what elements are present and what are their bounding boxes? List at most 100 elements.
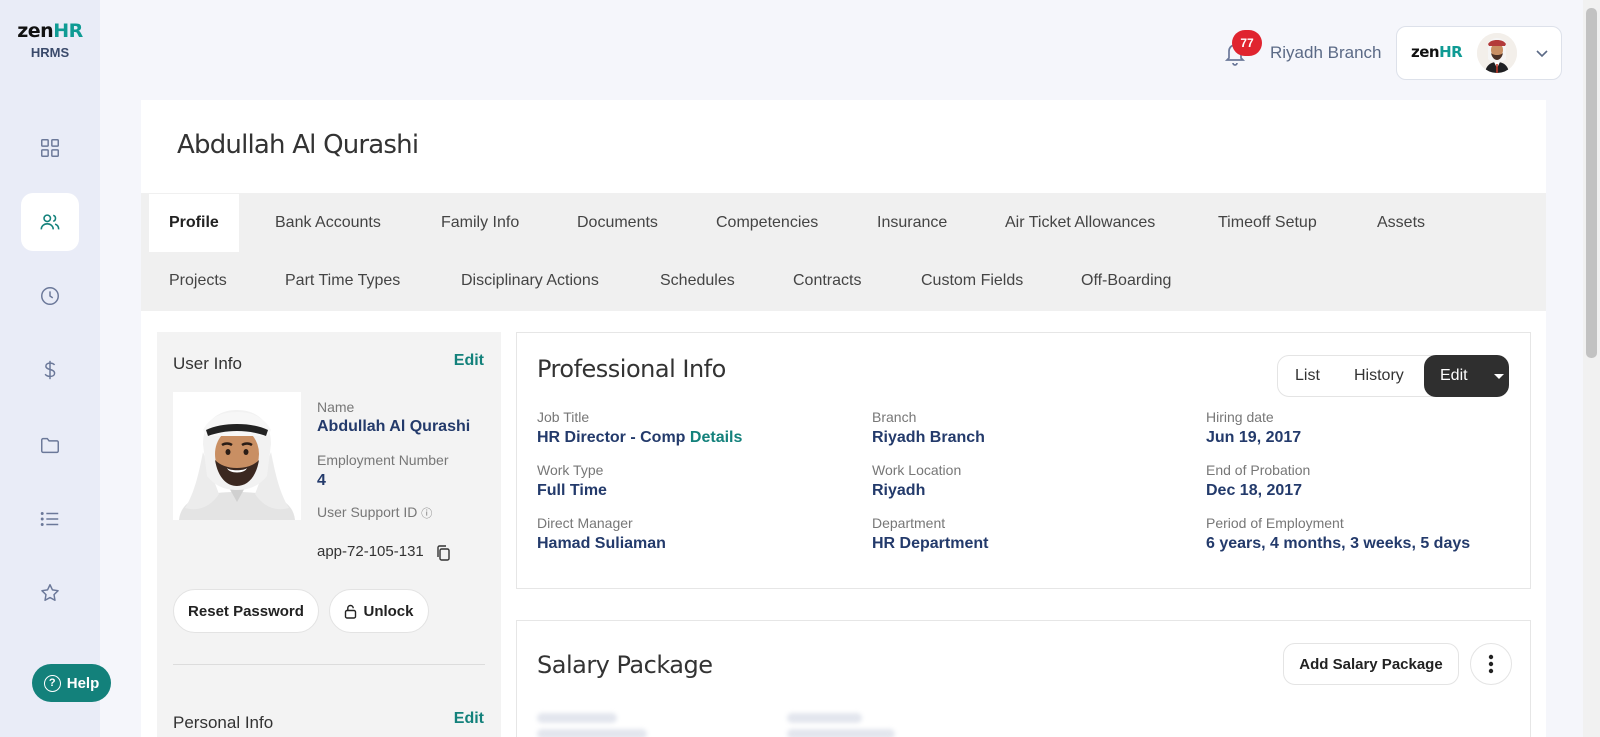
tab-custom-fields[interactable]: Custom Fields [901,252,1043,310]
unlock-label: Unlock [363,602,414,620]
tab-insurance[interactable]: Insurance [857,194,967,252]
branch-value: Riyadh Branch [872,429,985,446]
hiring-date-value: Jun 19, 2017 [1206,429,1302,446]
logo-text: zen [17,20,54,42]
help-icon: ? [43,674,61,692]
employment-number-label: Employment Number [317,452,449,468]
direct-manager-value: Hamad Suliaman [537,535,666,552]
unlock-button[interactable]: Unlock [329,589,429,633]
employee-photo-image [173,392,301,520]
user-info-title: User Info [173,354,242,373]
tab-contracts[interactable]: Contracts [773,252,881,310]
user-info-panel: User Info Edit Name Abdullah Al Qurashi … [157,332,501,737]
tab-air-ticket-allowances[interactable]: Air Ticket Allowances [985,194,1175,252]
scrollbar-thumb[interactable] [1586,8,1597,358]
tab-profile[interactable]: Profile [149,194,239,252]
help-label: Help [66,674,100,692]
company-logo: zenHR [1411,43,1463,61]
branch-selector[interactable]: Riyadh Branch [1270,43,1382,63]
department-label: Department [872,515,946,531]
kebab-menu-icon [1488,654,1494,674]
logo-subtitle: HRMS [30,45,70,60]
period-of-employment-label: Period of Employment [1206,515,1344,531]
list-button[interactable]: List [1295,356,1320,396]
page-title: Abdullah Al Qurashi [177,130,419,160]
employee-name: Abdullah Al Qurashi [317,418,471,435]
salary-package-card: Salary Package Add Salary Package [516,620,1531,737]
tab-schedules[interactable]: Schedules [640,252,755,310]
logo-text-accent: HR [53,20,83,42]
tab-family-info[interactable]: Family Info [421,194,539,252]
zenhr-logo[interactable]: zenHR HRMS [14,20,86,60]
sidebar-item-people[interactable] [21,193,79,251]
sidebar: zenHR HRMS [0,0,100,737]
branch-label: Branch [872,409,917,425]
add-salary-package-button[interactable]: Add Salary Package [1283,643,1459,685]
support-id-value: app-72-105-131 [317,543,424,560]
dashboard-icon [41,139,59,157]
caret-down-icon[interactable] [1494,374,1504,379]
edit-button[interactable]: Edit [1424,355,1509,397]
professional-info-card: Professional Info List History Edit Job … [516,332,1531,589]
personal-info-title: Personal Info [173,713,274,732]
personal-info-edit-link[interactable]: Edit [454,710,484,728]
profile-tabs: Profile Bank Accounts Family Info Docume… [141,193,1546,311]
main-content: Abdullah Al Qurashi Profile Bank Account… [141,100,1546,737]
job-title-label: Job Title [537,409,590,425]
chevron-down-icon [1536,50,1548,58]
professional-info-title: Professional Info [537,355,726,383]
employee-photo [173,392,301,520]
tab-assets[interactable]: Assets [1357,194,1445,252]
professional-actions: List History Edit [1277,355,1509,397]
sidebar-item-reports[interactable] [21,490,79,548]
sidebar-item-dashboard[interactable] [21,119,79,177]
job-title-value: HR Director - Comp Details [537,429,742,447]
tab-competencies[interactable]: Competencies [696,194,838,252]
tab-off-boarding[interactable]: Off-Boarding [1061,252,1191,310]
avatar-image [1477,33,1517,73]
sidebar-item-documents[interactable] [21,416,79,474]
work-location-label: Work Location [872,462,962,478]
company-logo-accent: HR [1439,43,1463,61]
work-type-value: Full Time [537,482,607,499]
history-button[interactable]: History [1354,356,1404,396]
sidebar-item-time[interactable] [21,267,79,325]
blurred-field [537,729,647,737]
support-id-label-text: User Support ID [317,504,418,520]
tab-disciplinary-actions[interactable]: Disciplinary Actions [441,252,619,310]
edit-button-label: Edit [1440,367,1468,384]
tab-timeoff-setup[interactable]: Timeoff Setup [1198,194,1337,252]
tab-documents[interactable]: Documents [557,194,678,252]
list-icon [40,512,59,526]
job-details-link[interactable]: Details [690,429,742,446]
more-options-button[interactable] [1470,643,1512,685]
people-icon [40,214,60,230]
salary-package-title: Salary Package [537,651,713,679]
user-menu[interactable]: zenHR [1396,26,1562,80]
department-value: HR Department [872,535,989,552]
blurred-field [537,713,617,723]
end-of-probation-value: Dec 18, 2017 [1206,482,1303,499]
blurred-field [787,713,862,723]
tab-bank-accounts[interactable]: Bank Accounts [255,194,401,252]
divider [173,664,485,665]
user-info-edit-link[interactable]: Edit [454,352,484,370]
support-id-label: User Support ID ⓘ [317,504,432,521]
help-button[interactable]: ? Help [32,664,111,702]
tab-projects[interactable]: Projects [149,252,247,310]
clock-icon [41,287,59,305]
info-icon[interactable]: ⓘ [421,508,432,520]
end-of-probation-label: End of Probation [1206,462,1311,478]
period-of-employment-value: 6 years, 4 months, 3 weeks, 5 days [1206,535,1471,552]
hiring-date-label: Hiring date [1206,409,1274,425]
copy-icon[interactable] [435,544,451,562]
company-logo-text: zen [1411,43,1440,61]
folder-icon [41,437,59,454]
sidebar-item-favorites[interactable] [21,564,79,622]
sidebar-item-payroll[interactable] [21,341,79,399]
reset-password-button[interactable]: Reset Password [173,589,319,633]
tab-part-time-types[interactable]: Part Time Types [265,252,420,310]
job-title-text: HR Director - Comp [537,429,686,446]
notification-badge[interactable]: 77 [1232,30,1262,56]
dollar-icon [44,360,56,380]
